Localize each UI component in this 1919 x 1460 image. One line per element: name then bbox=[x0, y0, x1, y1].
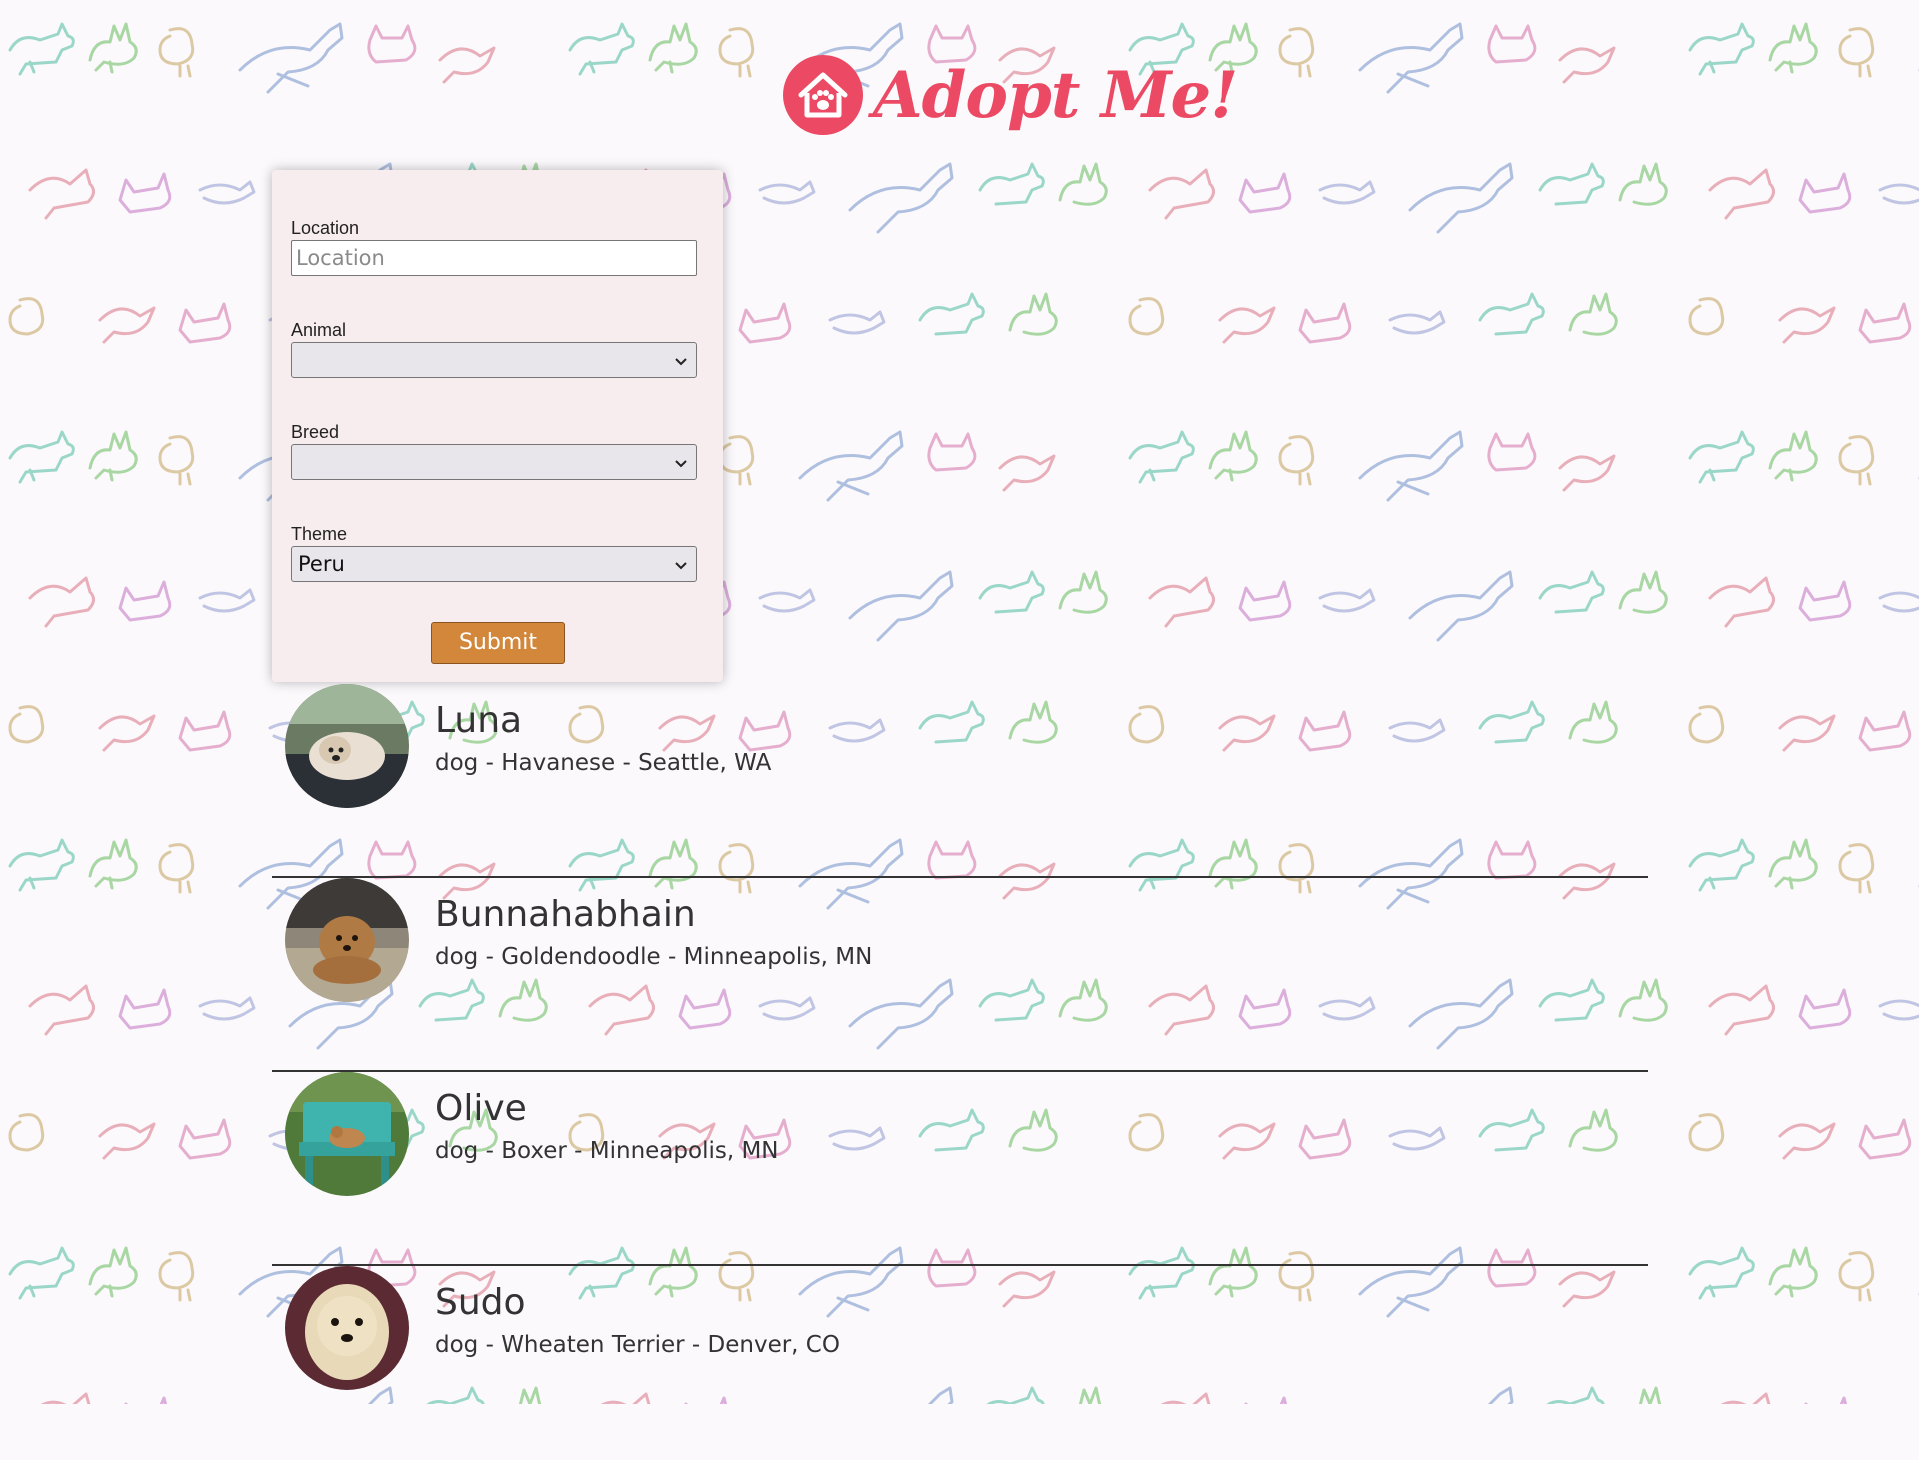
pet-description: dog - Havanese - Seattle, WA bbox=[435, 750, 772, 776]
breed-select[interactable] bbox=[291, 444, 697, 480]
breed-label: Breed bbox=[291, 422, 340, 442]
pet-photo bbox=[285, 1266, 409, 1390]
chevron-down-icon bbox=[675, 460, 687, 468]
pet-name: Bunnahabhain bbox=[435, 894, 696, 935]
submit-button[interactable]: Submit bbox=[431, 622, 565, 664]
pet-name: Luna bbox=[435, 700, 523, 741]
theme-select[interactable]: Peru bbox=[291, 546, 697, 582]
house-paw-icon bbox=[783, 55, 863, 135]
pet-card-luna[interactable]: Luna dog - Havanese - Seattle, WA bbox=[272, 684, 1648, 878]
pet-description: dog - Goldendoodle - Minneapolis, MN bbox=[435, 944, 873, 970]
logo-text: Adopt Me! bbox=[873, 57, 1238, 133]
location-input[interactable] bbox=[291, 240, 697, 276]
pet-card-sudo[interactable]: Sudo dog - Wheaten Terrier - Denver, CO bbox=[272, 1266, 1648, 1460]
animal-label: Animal bbox=[291, 320, 347, 340]
pet-description: dog - Wheaten Terrier - Denver, CO bbox=[435, 1332, 840, 1358]
chevron-down-icon bbox=[675, 358, 687, 366]
theme-select-value: Peru bbox=[298, 552, 345, 576]
chevron-down-icon bbox=[675, 562, 687, 570]
pet-card-bunnahabhain[interactable]: Bunnahabhain dog - Goldendoodle - Minnea… bbox=[272, 878, 1648, 1072]
pet-description: dog - Boxer - Minneapolis, MN bbox=[435, 1138, 779, 1164]
site-logo[interactable]: Adopt Me! bbox=[783, 40, 1238, 150]
pet-photo bbox=[285, 1072, 409, 1196]
location-label: Location bbox=[291, 218, 360, 238]
animal-select[interactable] bbox=[291, 342, 697, 378]
theme-label: Theme bbox=[291, 524, 348, 544]
search-form: Location Animal Breed Theme Peru Submit bbox=[272, 170, 723, 682]
pet-card-olive[interactable]: Olive dog - Boxer - Minneapolis, MN bbox=[272, 1072, 1648, 1266]
pet-name: Sudo bbox=[435, 1282, 526, 1323]
pet-name: Olive bbox=[435, 1088, 527, 1129]
pet-photo bbox=[285, 878, 409, 1002]
pet-photo bbox=[285, 684, 409, 808]
